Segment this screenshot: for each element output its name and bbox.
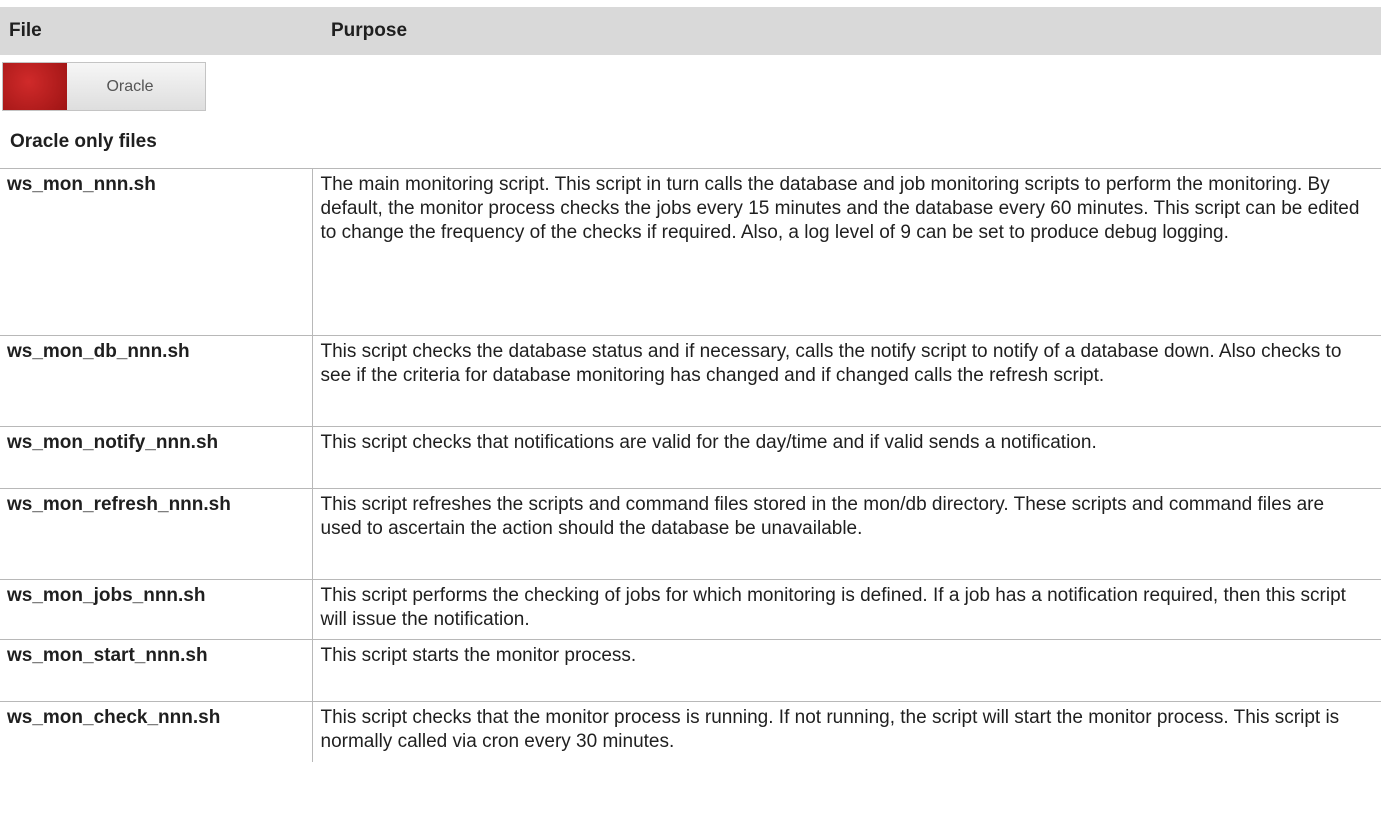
purpose-cell: This script checks that the monitor proc… xyxy=(311,701,1381,762)
table-row: ws_mon_start_nnn.sh This script starts t… xyxy=(0,639,1381,702)
purpose-cell: The main monitoring script. This script … xyxy=(311,168,1381,336)
oracle-section-row: Oracle Oracle only files xyxy=(0,55,1381,169)
table-row: ws_mon_db_nnn.sh This script checks the … xyxy=(0,335,1381,427)
table-row: ws_mon_jobs_nnn.sh This script performs … xyxy=(0,579,1381,640)
oracle-color-swatch xyxy=(3,63,67,110)
table-row: ws_mon_notify_nnn.sh This script checks … xyxy=(0,426,1381,489)
file-name-cell: ws_mon_nnn.sh xyxy=(0,168,313,336)
column-header-file: File xyxy=(0,7,312,55)
oracle-section-cell: Oracle Oracle only files xyxy=(0,55,1381,169)
table-row: ws_mon_check_nnn.sh This script checks t… xyxy=(0,701,1381,762)
oracle-badge-label: Oracle xyxy=(106,77,154,95)
file-name-cell: ws_mon_start_nnn.sh xyxy=(0,639,313,702)
file-name-cell: ws_mon_db_nnn.sh xyxy=(0,335,313,427)
header-row: File Purpose xyxy=(0,7,1381,55)
table-row: ws_mon_refresh_nnn.sh This script refres… xyxy=(0,488,1381,580)
purpose-cell: This script refreshes the scripts and co… xyxy=(311,488,1381,580)
column-header-purpose: Purpose xyxy=(312,7,1381,55)
purpose-cell: This script checks the database status a… xyxy=(311,335,1381,427)
purpose-cell: This script starts the monitor process. xyxy=(311,639,1381,702)
section-title: Oracle only files xyxy=(10,131,157,152)
purpose-cell: This script performs the checking of job… xyxy=(311,579,1381,640)
file-name-cell: ws_mon_notify_nnn.sh xyxy=(0,426,313,489)
files-table-body: ws_mon_nnn.sh The main monitoring script… xyxy=(0,168,1381,762)
table-header: File Purpose xyxy=(0,7,1381,55)
file-name-cell: ws_mon_check_nnn.sh xyxy=(0,701,313,762)
purpose-cell: This script checks that notifications ar… xyxy=(311,426,1381,489)
oracle-section: Oracle Oracle only files xyxy=(0,55,1381,169)
oracle-badge: Oracle xyxy=(2,62,206,111)
table-row: ws_mon_nnn.sh The main monitoring script… xyxy=(0,168,1381,336)
file-name-cell: ws_mon_jobs_nnn.sh xyxy=(0,579,313,640)
files-table: File Purpose Oracle Oracle only files ws… xyxy=(0,7,1381,762)
file-name-cell: ws_mon_refresh_nnn.sh xyxy=(0,488,313,580)
